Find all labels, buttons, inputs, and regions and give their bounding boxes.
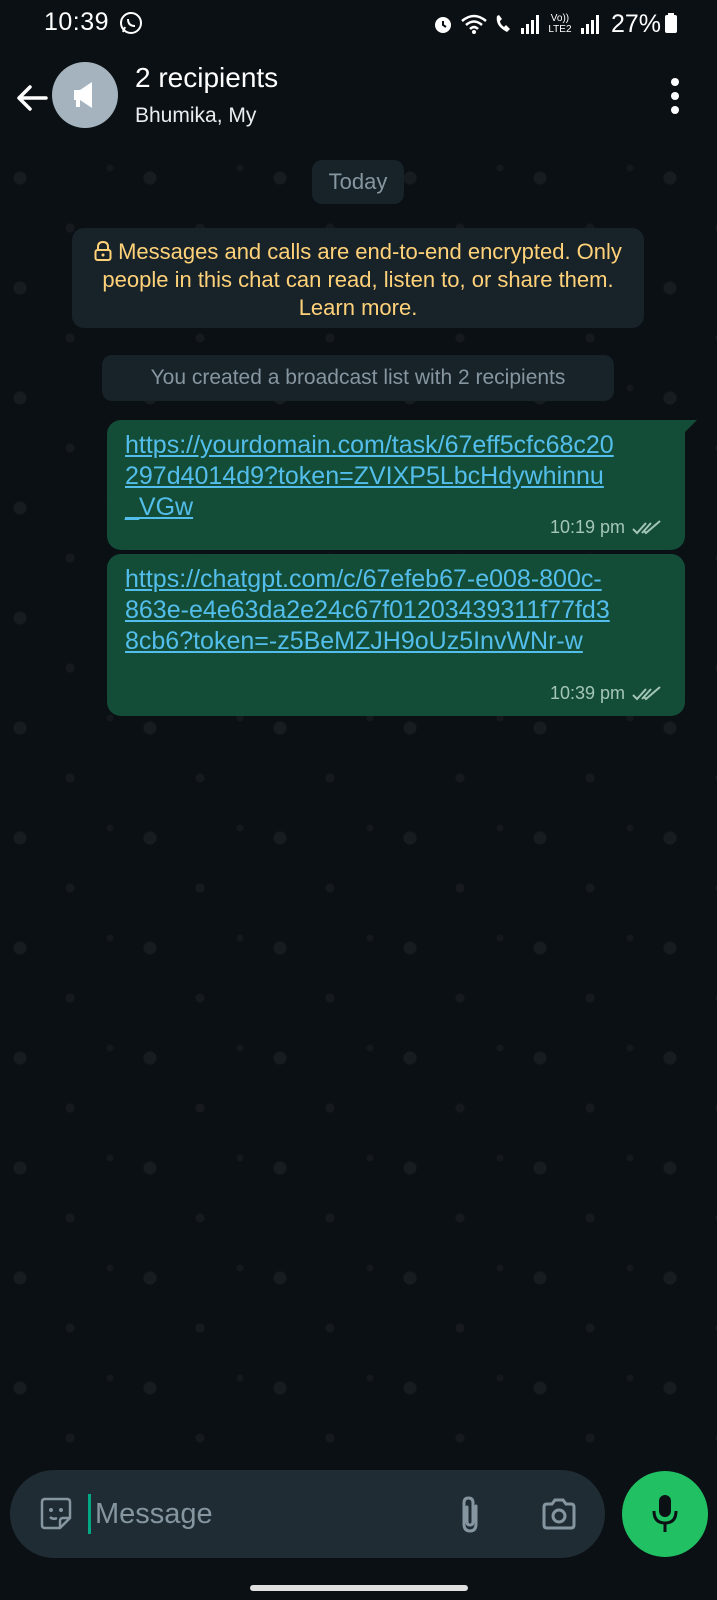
signal-icon	[580, 15, 599, 34]
attach-icon[interactable]	[456, 1494, 486, 1534]
camera-icon[interactable]	[540, 1497, 578, 1531]
lock-icon	[94, 241, 112, 261]
mic-button[interactable]	[622, 1471, 708, 1557]
chat-header: 2 recipients Bhumika, My	[0, 48, 717, 148]
wifi-icon	[461, 14, 487, 34]
broadcast-megaphone-icon	[74, 82, 92, 108]
chat-area[interactable]: Today Messages and calls are end-to-end …	[0, 148, 717, 1458]
mic-icon	[652, 1495, 678, 1532]
call-icon	[496, 15, 510, 32]
back-arrow-icon[interactable]	[12, 78, 52, 118]
network-type: Vo)) LTE2	[548, 13, 572, 35]
alarm-icon	[434, 17, 451, 33]
date-divider: Today	[312, 160, 404, 204]
battery-icon	[665, 13, 677, 33]
message-meta: 10:19 pm	[550, 517, 663, 538]
double-tick-icon	[632, 519, 661, 534]
message-link[interactable]: https://yourdomain.com/task/67eff5cfc68c…	[125, 430, 615, 523]
more-vert-icon[interactable]	[669, 76, 681, 116]
message-meta: 10:39 pm	[550, 683, 663, 704]
message-time: 10:19 pm	[549, 517, 625, 537]
encryption-notice[interactable]: Messages and calls are end-to-end encryp…	[72, 228, 644, 328]
signal-icon	[520, 15, 539, 34]
message-time: 10:39 pm	[549, 683, 625, 703]
status-right-group: Vo)) LTE2 27%	[431, 8, 661, 40]
battery-percent: 27%	[610, 9, 661, 38]
message-composer	[10, 1470, 605, 1558]
message-input[interactable]	[93, 1490, 437, 1538]
avatar[interactable]	[52, 62, 118, 128]
whatsapp-icon	[120, 12, 142, 34]
chat-subtitle[interactable]: Bhumika, My	[135, 104, 256, 128]
message-link[interactable]: https://chatgpt.com/c/67efeb67-e008-800c…	[125, 564, 615, 657]
encryption-notice-text: Messages and calls are end-to-end encryp…	[102, 239, 622, 320]
status-time: 10:39	[44, 8, 110, 36]
chat-title[interactable]: 2 recipients	[135, 62, 278, 94]
message-bubble[interactable]: https://yourdomain.com/task/67eff5cfc68c…	[107, 420, 697, 550]
gesture-nav-bar[interactable]	[250, 1585, 468, 1591]
status-bar: 10:39 Vo)) LTE2 27%	[0, 0, 717, 48]
message-bubble[interactable]: https://chatgpt.com/c/67efeb67-e008-800c…	[107, 554, 685, 716]
text-caret	[88, 1494, 91, 1534]
sticker-icon[interactable]	[38, 1496, 74, 1532]
double-tick-icon	[632, 685, 661, 700]
system-message: You created a broadcast list with 2 reci…	[102, 355, 614, 401]
